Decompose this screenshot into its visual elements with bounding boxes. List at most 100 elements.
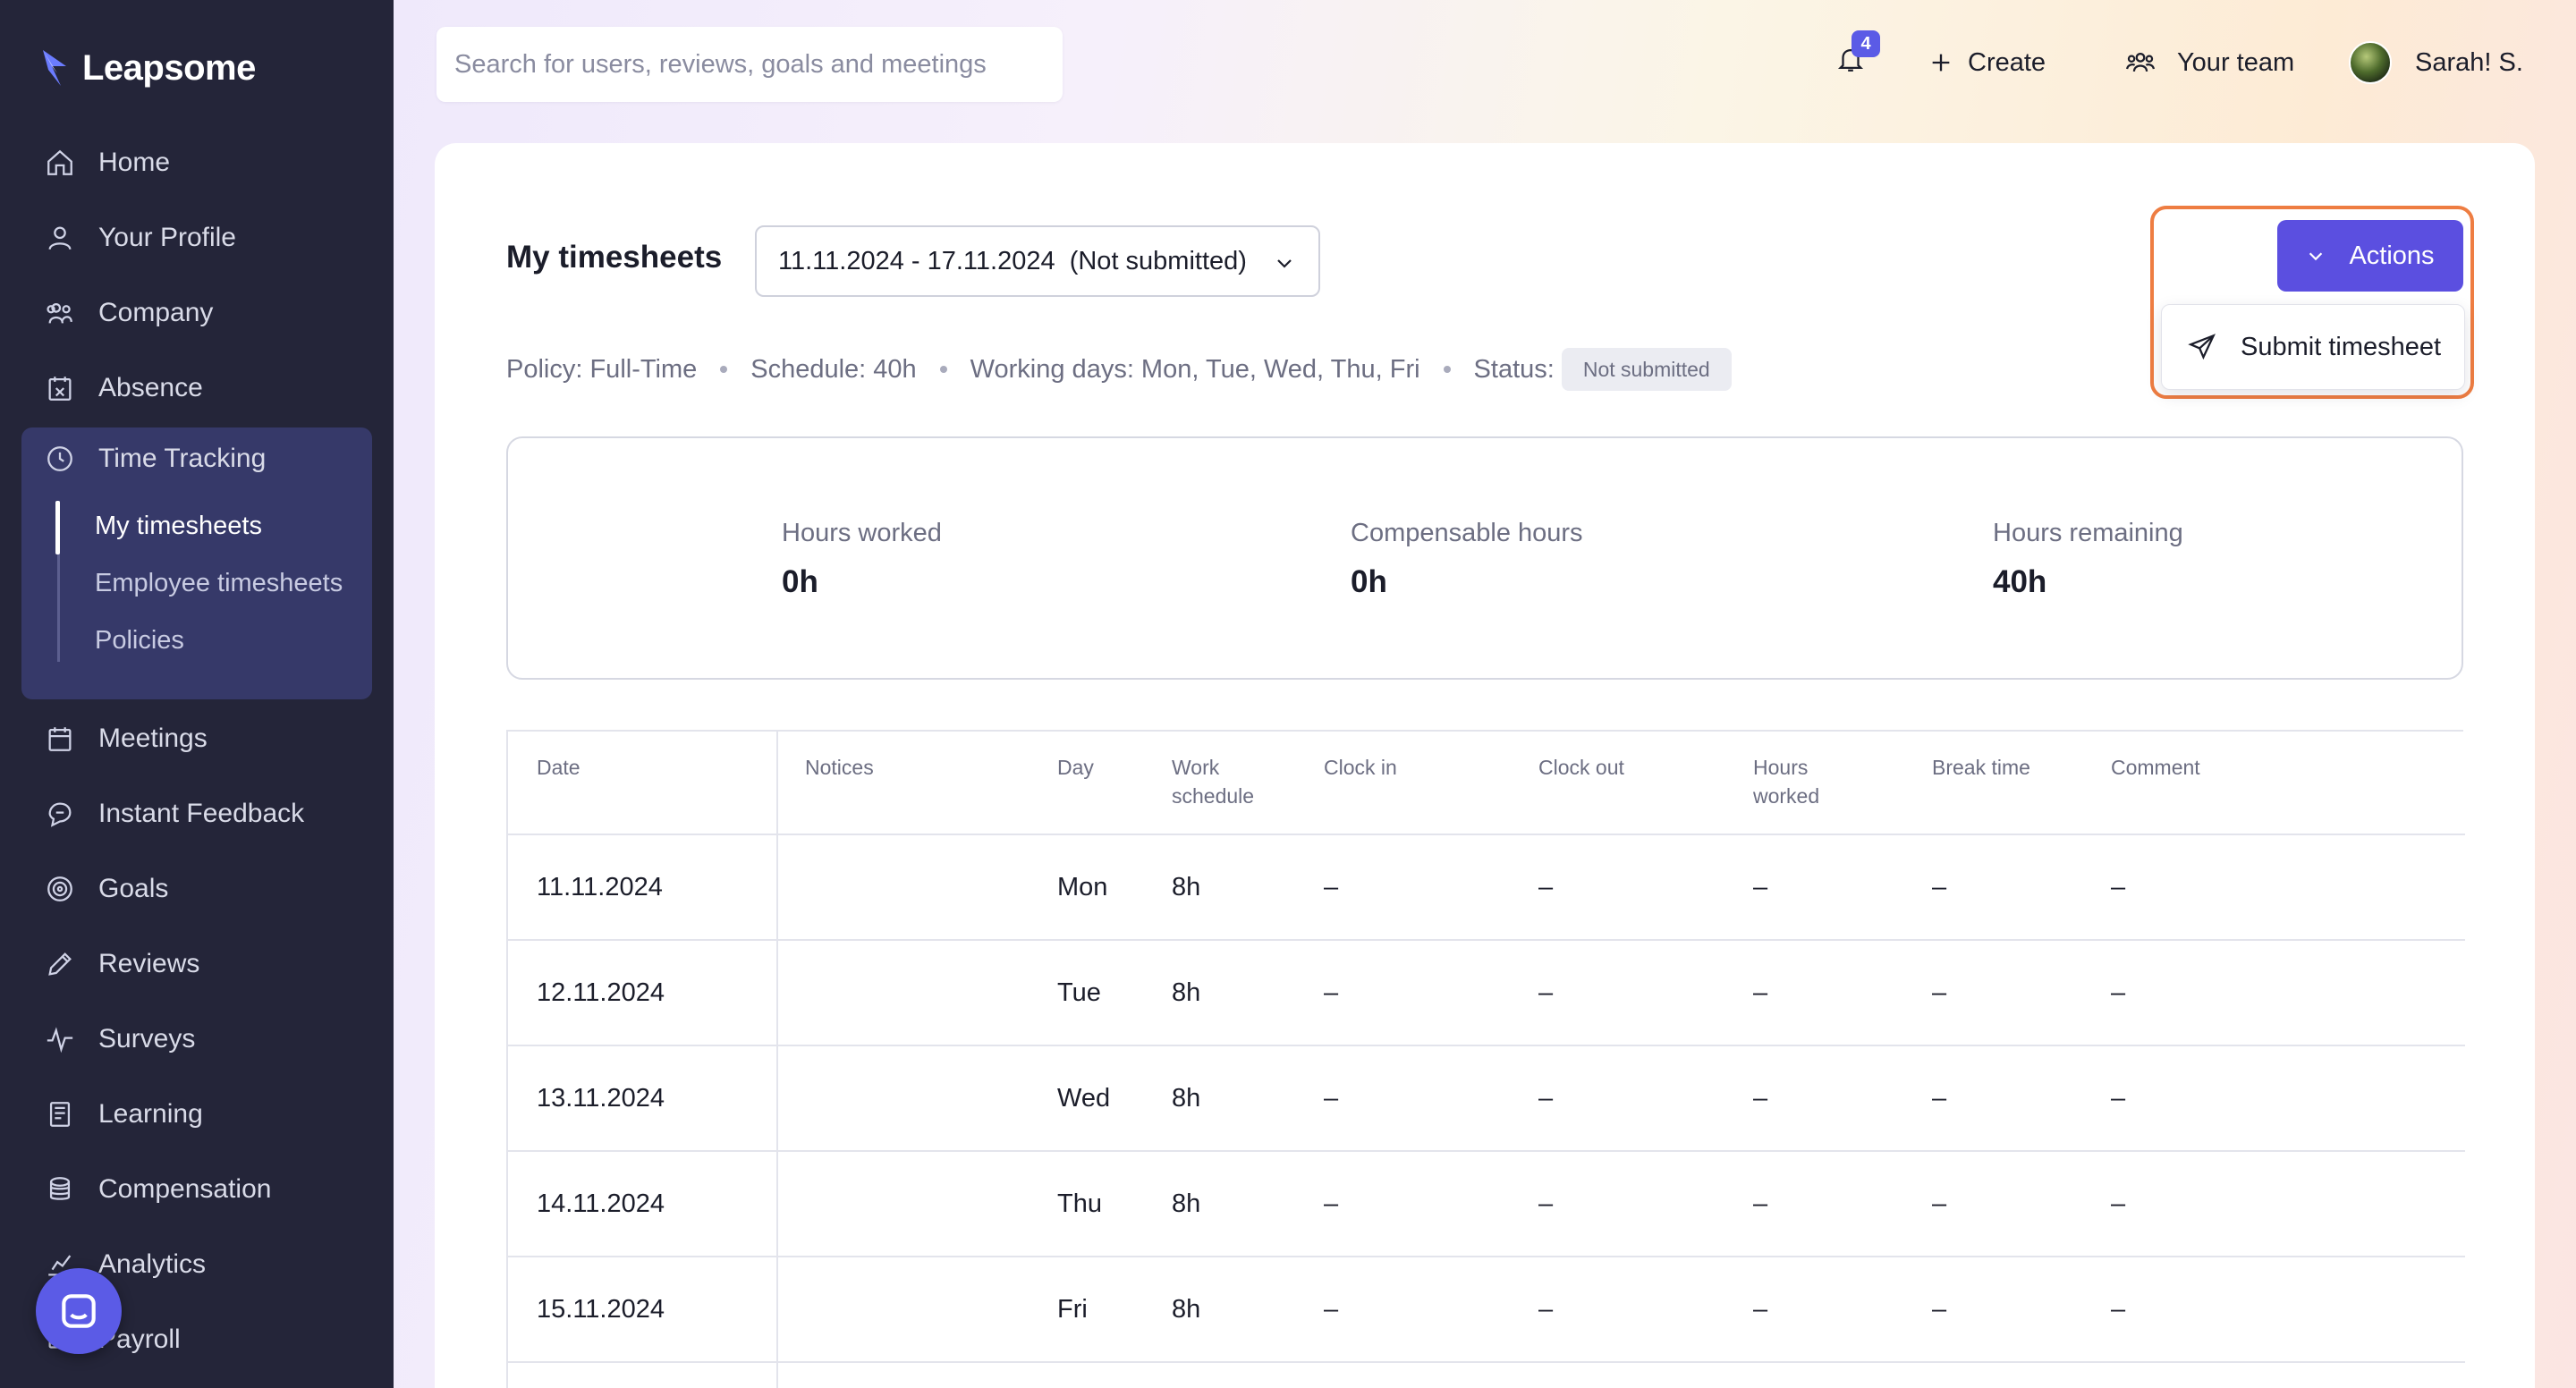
separator-dot <box>1443 366 1451 373</box>
calendar-x-icon <box>48 377 72 401</box>
column-header-break-time: Break time <box>1932 756 2030 779</box>
cell-break: – <box>1932 978 1947 1007</box>
sidebar-item-label: Analytics <box>98 1249 207 1279</box>
main-area: 4 Create Your team Sarah! S. My timeshee… <box>394 0 2576 1388</box>
row-divider <box>508 939 2465 941</box>
row-divider <box>508 834 2465 835</box>
cell-hours: – <box>1753 978 1768 1007</box>
cell-day: Thu <box>1057 1189 1102 1218</box>
chat-icon <box>48 802 72 827</box>
your-team-label: Your team <box>2177 47 2295 77</box>
cell-hours: – <box>1753 873 1768 901</box>
sidebar: Leapsome Home Your Profile Company Absen… <box>0 0 394 1388</box>
submit-timesheet-item[interactable]: Submit timesheet <box>2162 305 2464 389</box>
cell-schedule: 8h <box>1172 1189 1201 1218</box>
cell-schedule: 8h <box>1172 873 1201 901</box>
cell-clock-out: – <box>1538 873 1554 901</box>
sidebar-subitem-policies[interactable]: Policies <box>95 626 184 656</box>
user-name: Sarah! S. <box>2415 47 2523 77</box>
actions-dropdown: Submit timesheet <box>2161 304 2465 390</box>
plus-icon <box>1932 54 1950 72</box>
time-tracking-group: Time Tracking My timesheets Employee tim… <box>21 427 372 699</box>
send-icon <box>2188 334 2216 360</box>
sidebar-item-label: Time Tracking <box>98 444 267 473</box>
sidebar-item-goals[interactable]: Goals <box>21 858 372 920</box>
user-menu[interactable]: Sarah! S. <box>2349 38 2523 88</box>
cell-clock-in: – <box>1324 978 1339 1007</box>
create-label: Create <box>1968 47 2046 77</box>
sidebar-item-reviews[interactable]: Reviews <box>21 933 372 995</box>
sidebar-item-instant-feedback[interactable]: Instant Feedback <box>21 783 372 845</box>
chevron-down-icon <box>2309 252 2323 261</box>
sidebar-item-label: Meetings <box>98 724 208 753</box>
status-label: Status: <box>1473 354 1555 384</box>
sidebar-item-home[interactable]: Home <box>21 131 372 194</box>
row-divider <box>508 1045 2465 1046</box>
sidebar-item-label: Home <box>98 148 171 177</box>
sidebar-subitem-my-timesheets[interactable]: My timesheets <box>95 512 262 541</box>
your-team-button[interactable]: Your team <box>2123 38 2294 88</box>
coins-icon <box>49 1177 71 1200</box>
cell-date: 11.11.2024 <box>537 873 663 901</box>
actions-label: Actions <box>2349 241 2435 270</box>
sidebar-item-learning[interactable]: Learning <box>21 1083 372 1146</box>
column-header-clock-in: Clock in <box>1324 756 1397 779</box>
cell-break: – <box>1932 1189 1947 1218</box>
actions-button[interactable]: Actions <box>2277 220 2463 292</box>
notification-badge: 4 <box>1852 30 1880 57</box>
home-icon <box>47 149 72 175</box>
period-value: 11.11.2024 - 17.11.2024 (Not submitted) <box>778 246 1247 275</box>
page-title: My timesheets <box>506 240 723 275</box>
policy-text: Policy: Full-Time <box>506 354 698 384</box>
column-header-notices: Notices <box>805 756 874 779</box>
target-icon <box>47 876 72 901</box>
column-divider <box>776 732 778 1388</box>
cell-break: – <box>1932 1084 1947 1113</box>
sidebar-item-label: Your Profile <box>98 223 236 252</box>
search-input[interactable] <box>454 49 1063 80</box>
submit-timesheet-label: Submit timesheet <box>2241 332 2442 361</box>
timesheet-meta: Policy: Full-Time Schedule: 40h Working … <box>506 347 1732 392</box>
sidebar-item-label: Reviews <box>98 949 200 978</box>
sidebar-subitem-employee-timesheets[interactable]: Employee timesheets <box>95 569 343 598</box>
column-header-day: Day <box>1057 756 1094 779</box>
sidebar-item-company[interactable]: Company <box>21 282 372 344</box>
stat-value: 0h <box>782 564 818 599</box>
sidebar-item-meetings[interactable]: Meetings <box>21 707 372 770</box>
cell-clock-out: – <box>1538 1295 1554 1324</box>
cell-clock-in: – <box>1324 1295 1339 1324</box>
sidebar-item-time-tracking[interactable]: Time Tracking <box>21 427 372 490</box>
status-badge: Not submitted <box>1561 348 1732 391</box>
pencil-icon <box>48 952 72 976</box>
row-divider <box>508 1361 2465 1363</box>
cell-day: Wed <box>1057 1084 1111 1113</box>
cell-date: 13.11.2024 <box>537 1084 665 1113</box>
chevron-down-icon <box>1277 259 1292 268</box>
clock-icon <box>47 446 72 471</box>
pulse-icon <box>47 1027 73 1054</box>
support-chat-button[interactable] <box>36 1268 122 1354</box>
cell-schedule: 8h <box>1172 1295 1201 1324</box>
cell-hours: – <box>1753 1084 1768 1113</box>
leapsome-logo[interactable]: Leapsome <box>39 43 256 93</box>
cell-clock-in: – <box>1324 873 1339 901</box>
cell-comment: – <box>2111 1189 2126 1218</box>
stat-label: Compensable hours <box>1351 519 1583 547</box>
sidebar-item-compensation[interactable]: Compensation <box>21 1158 372 1221</box>
column-header-hours-worked: Hours worked <box>1753 756 1820 808</box>
create-button[interactable]: Create <box>1928 38 2046 88</box>
column-header-date: Date <box>537 756 580 779</box>
period-select[interactable]: 11.11.2024 - 17.11.2024 (Not submitted) <box>755 225 1320 297</box>
schedule-text: Schedule: 40h <box>750 354 917 384</box>
sidebar-item-surveys[interactable]: Surveys <box>21 1008 372 1071</box>
search-box[interactable] <box>436 27 1063 102</box>
sidebar-item-your-profile[interactable]: Your Profile <box>21 207 372 269</box>
sidebar-item-label: Surveys <box>98 1024 196 1054</box>
sidebar-item-absence[interactable]: Absence <box>21 357 372 419</box>
cell-break: – <box>1932 873 1947 901</box>
cell-schedule: 8h <box>1172 1084 1201 1113</box>
cell-comment: – <box>2111 1295 2126 1324</box>
sidebar-item-label: Learning <box>98 1099 203 1129</box>
stat-compensable-hours: Compensable hours 0h <box>1351 519 1583 600</box>
cell-clock-in: – <box>1324 1189 1339 1218</box>
